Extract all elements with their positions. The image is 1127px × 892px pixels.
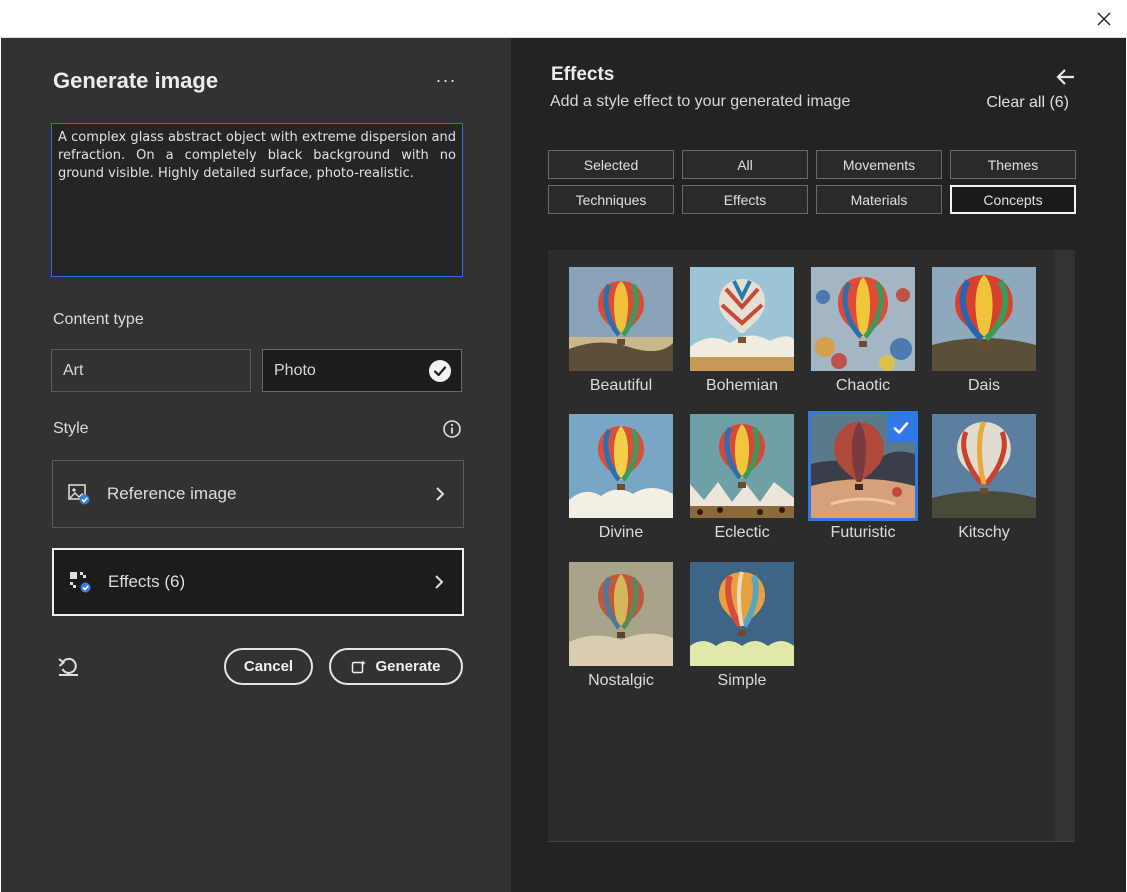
style-label: Style (53, 420, 89, 437)
effects-button[interactable]: Effects (6) (52, 548, 464, 616)
effects-button-label: Effects (6) (108, 572, 186, 591)
more-icon: ··· (435, 69, 457, 90)
balloon-thumbnail (569, 267, 673, 371)
effect-tile-label: Bohemian (705, 377, 779, 394)
title-bar (0, 0, 1127, 38)
generate-button[interactable]: Generate (329, 648, 463, 685)
panel-title: Generate image (53, 68, 219, 93)
info-icon[interactable] (442, 419, 462, 439)
effects-panel: Effects Add a style effect to your gener… (511, 38, 1126, 892)
chevron-right-icon (435, 575, 444, 589)
effect-tile-label: Beautiful (589, 377, 653, 394)
effect-tile-bohemian[interactable]: Bohemian (690, 267, 794, 395)
content-type-label: Content type (53, 311, 144, 328)
back-arrow-icon[interactable] (1054, 66, 1078, 88)
content-type-photo-button[interactable]: Photo (262, 349, 462, 392)
effect-tile-futuristic[interactable]: Futuristic (808, 411, 918, 542)
balloon-thumbnail (690, 414, 794, 518)
balloon-thumbnail (569, 414, 673, 518)
content-type-art-button[interactable]: Art (51, 349, 251, 392)
close-button[interactable] (1089, 4, 1119, 34)
generate-label: Generate (375, 658, 441, 675)
check-circle-icon (429, 360, 451, 382)
reference-image-button[interactable]: Reference image (52, 460, 464, 528)
effect-tile-label: Eclectic (714, 524, 770, 541)
category-selected[interactable]: Selected (548, 150, 674, 179)
effect-tile-simple[interactable]: Simple (690, 562, 794, 690)
effect-tile-beautiful[interactable]: Beautiful (569, 267, 673, 395)
effect-tile-eclectic[interactable]: Eclectic (690, 414, 794, 542)
prompt-input[interactable]: A complex glass abstract object with ext… (51, 123, 463, 277)
category-all[interactable]: All (682, 150, 808, 179)
effect-tile-label: Futuristic (830, 524, 896, 541)
category-themes[interactable]: Themes (950, 150, 1076, 179)
effects-subtitle: Add a style effect to your generated ima… (550, 93, 851, 110)
effect-tile-label: Dais (967, 377, 1000, 394)
reference-image-icon (68, 484, 90, 505)
effect-tile-label: Divine (598, 524, 644, 541)
effect-tile-label: Simple (717, 672, 767, 689)
effects-title: Effects (551, 64, 615, 85)
selected-check-icon (887, 414, 915, 442)
effect-tile-chaotic[interactable]: Chaotic (811, 267, 915, 395)
effect-tile-label: Chaotic (835, 377, 891, 394)
reference-image-label: Reference image (107, 484, 237, 503)
clear-all-button[interactable]: Clear all (6) (986, 94, 1069, 112)
close-icon (1097, 12, 1111, 26)
category-techniques[interactable]: Techniques (548, 185, 674, 214)
category-concepts[interactable]: Concepts (950, 185, 1076, 214)
effect-tile-label: Kitschy (958, 524, 1010, 541)
gallery-scrollbar[interactable] (1055, 250, 1075, 841)
reset-icon[interactable] (56, 653, 82, 679)
category-materials[interactable]: Materials (816, 185, 942, 214)
effects-icon (70, 572, 91, 593)
effect-tile-dais[interactable]: Dais (932, 267, 1036, 395)
category-effects[interactable]: Effects (682, 185, 808, 214)
content-type-photo-label: Photo (274, 361, 316, 379)
category-movements[interactable]: Movements (816, 150, 942, 179)
more-options-button[interactable]: ··· (431, 68, 461, 92)
effect-tile-nostalgic[interactable]: Nostalgic (569, 562, 673, 690)
balloon-thumbnail (811, 267, 915, 371)
effect-tile-kitschy[interactable]: Kitschy (932, 414, 1036, 542)
generate-panel: Generate image ··· A complex glass abstr… (1, 38, 511, 892)
effects-gallery: Beautiful Bohemian Chaotic Dais Divine E… (548, 250, 1075, 841)
balloon-thumbnail (932, 267, 1036, 371)
cancel-button[interactable]: Cancel (224, 648, 313, 685)
chevron-right-icon (436, 487, 445, 501)
effect-tile-label: Nostalgic (588, 672, 654, 689)
balloon-thumbnail (569, 562, 673, 666)
divider (548, 841, 1075, 842)
balloon-thumbnail (690, 562, 794, 666)
balloon-thumbnail (690, 267, 794, 371)
generate-icon (352, 659, 367, 673)
category-filter: Selected All Movements Themes Techniques… (548, 150, 1076, 214)
content-type-art-label: Art (63, 361, 84, 379)
effect-tile-divine[interactable]: Divine (569, 414, 673, 542)
balloon-thumbnail (932, 414, 1036, 518)
